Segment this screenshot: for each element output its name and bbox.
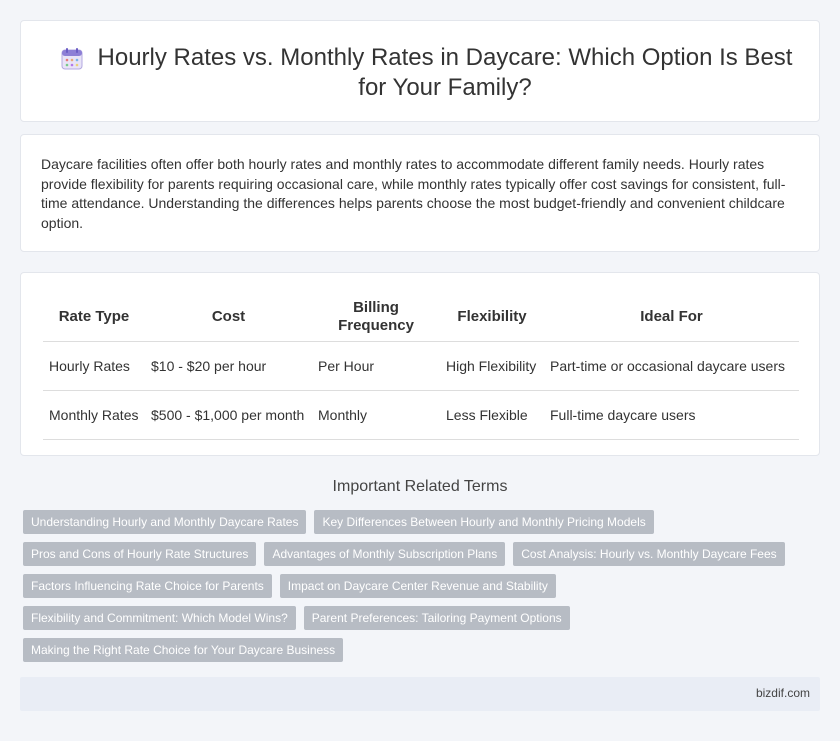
related-term-tag[interactable]: Flexibility and Commitment: Which Model … <box>23 606 296 630</box>
cell-ideal-for: Part-time or occasional daycare users <box>544 341 799 391</box>
related-terms-heading: Important Related Terms <box>332 478 508 495</box>
cell-flexibility: Less Flexible <box>440 390 544 440</box>
table-row: Monthly Rates $500 - $1,000 per month Mo… <box>43 390 799 440</box>
cell-ideal-for: Full-time daycare users <box>544 390 799 440</box>
table-header-row: Rate Type Cost Billing Frequency Flexibi… <box>43 293 799 342</box>
table-row: Hourly Rates $10 - $20 per hour Per Hour… <box>43 341 799 391</box>
related-term-tag[interactable]: Factors Influencing Rate Choice for Pare… <box>23 574 272 598</box>
related-term-tag[interactable]: Making the Right Rate Choice for Your Da… <box>23 638 344 662</box>
footer: bizdif.com <box>20 677 820 711</box>
header-flexibility: Flexibility <box>440 293 544 342</box>
calendar-icon <box>61 48 83 70</box>
header-ideal-for: Ideal For <box>544 293 799 342</box>
page-title: Hourly Rates vs. Monthly Rates in Daycar… <box>97 44 793 101</box>
intro-paragraph: Daycare facilities often offer both hour… <box>41 156 786 231</box>
related-term-tag[interactable]: Parent Preferences: Tailoring Payment Op… <box>303 606 570 630</box>
footer-site-link[interactable]: bizdif.com <box>756 686 810 700</box>
cell-cost: $10 - $20 per hour <box>145 341 312 391</box>
related-term-tag[interactable]: Key Differences Between Hourly and Month… <box>314 510 654 534</box>
related-term-tag[interactable]: Understanding Hourly and Monthly Daycare… <box>23 510 307 534</box>
cell-billing-frequency: Per Hour <box>312 341 440 391</box>
cell-rate-type: Monthly Rates <box>43 390 145 440</box>
header-rate-type: Rate Type <box>43 293 145 342</box>
comparison-table-card: Rate Type Cost Billing Frequency Flexibi… <box>20 272 820 456</box>
cell-rate-type: Hourly Rates <box>43 341 145 391</box>
related-term-tag[interactable]: Impact on Daycare Center Revenue and Sta… <box>279 574 556 598</box>
header-billing-frequency: Billing Frequency <box>312 293 440 342</box>
intro-card: Daycare facilities often offer both hour… <box>20 134 820 252</box>
related-term-tag[interactable]: Advantages of Monthly Subscription Plans <box>264 542 506 566</box>
related-term-tag[interactable]: Pros and Cons of Hourly Rate Structures <box>23 542 257 566</box>
cell-cost: $500 - $1,000 per month <box>145 390 312 440</box>
cell-flexibility: High Flexibility <box>440 341 544 391</box>
comparison-table: Rate Type Cost Billing Frequency Flexibi… <box>43 293 799 440</box>
related-term-tag[interactable]: Cost Analysis: Hourly vs. Monthly Daycar… <box>513 542 785 566</box>
cell-billing-frequency: Monthly <box>312 390 440 440</box>
related-terms-list: Understanding Hourly and Monthly Daycare… <box>23 510 803 662</box>
title-card: Hourly Rates vs. Monthly Rates in Daycar… <box>20 20 820 122</box>
header-cost: Cost <box>145 293 312 342</box>
